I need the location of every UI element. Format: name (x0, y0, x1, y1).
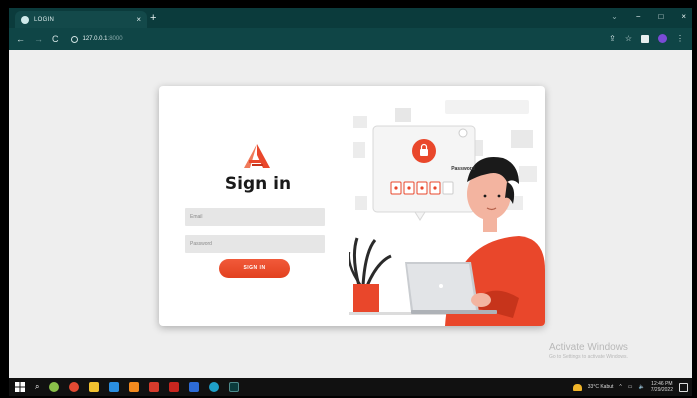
vscode-icon[interactable] (109, 382, 120, 392)
email-field[interactable] (185, 208, 325, 226)
weather-text[interactable]: 33°C Kabut (588, 384, 614, 390)
close-window-button[interactable]: × (681, 12, 686, 21)
clock-date: 7/29/2022 (650, 387, 673, 393)
app-icon-red[interactable] (149, 382, 160, 392)
share-icon[interactable]: ⇪ (609, 34, 616, 43)
profile-avatar[interactable] (658, 34, 667, 43)
clock[interactable]: 12:46 PM 7/29/2022 (651, 381, 673, 393)
toolbar-icons: ⇪ ☆ ⋮ (609, 34, 684, 43)
favicon-icon (21, 15, 29, 24)
edge-icon[interactable] (209, 382, 220, 392)
chrome-icon[interactable] (69, 382, 80, 392)
address-bar: ← → C 127.0.0.1:8000 ⇪ ☆ ⋮ (9, 28, 692, 50)
new-tab-button[interactable]: + (150, 11, 156, 25)
sublime-icon[interactable] (129, 382, 140, 392)
system-tray: 33°C Kabut ^ ▭ 🔈 12:46 PM 7/29/2022 (572, 378, 688, 396)
password-field[interactable] (185, 235, 325, 253)
forward-button[interactable]: → (34, 34, 43, 44)
page-viewport: Sign in SIGN IN (9, 50, 692, 378)
login-form: Sign in SIGN IN (159, 86, 349, 326)
activate-windows-watermark: Activate Windows Go to Settings to activ… (549, 342, 628, 360)
volume-icon[interactable]: 🔈 (639, 384, 645, 390)
login-card: Sign in SIGN IN (159, 86, 545, 326)
bookmark-star-icon[interactable]: ☆ (625, 34, 632, 43)
url-field[interactable]: 127.0.0.1:8000 (70, 35, 123, 43)
file-explorer-icon[interactable] (89, 382, 100, 392)
taskbar-apps: ⌕ (15, 382, 240, 392)
site-info-icon[interactable] (70, 35, 78, 43)
nav-buttons: ← → C (16, 34, 59, 44)
tab-close-icon[interactable]: × (136, 15, 141, 24)
login-illustration: Password (347, 86, 545, 326)
windows-start-icon[interactable] (15, 382, 25, 392)
weather-icon[interactable] (572, 383, 582, 391)
extension-icon[interactable] (641, 34, 649, 43)
app-icon-blue[interactable] (189, 382, 200, 392)
notification-icon[interactable] (679, 382, 688, 392)
battery-icon[interactable]: ▭ (628, 384, 633, 390)
watermark-subtitle: Go to Settings to activate Windows. (549, 354, 628, 360)
illustration-art (347, 100, 545, 326)
acrobat-icon[interactable] (169, 382, 180, 392)
active-app-icon[interactable] (229, 382, 240, 392)
app-icon-1[interactable] (49, 382, 60, 392)
screen: LOGIN × + ⌄ − □ × ← → C 127.0.0.1:8000 ⇪… (9, 8, 692, 396)
browser-tab-bar: LOGIN × + ⌄ − □ × (9, 8, 692, 28)
menu-kebab-icon[interactable]: ⋮ (676, 34, 684, 43)
reload-button[interactable]: C (52, 34, 59, 44)
app-logo-icon (244, 144, 270, 168)
tab-title: LOGIN (34, 16, 55, 23)
browser-tab[interactable]: LOGIN × (15, 11, 147, 28)
url-host: 127.0.0.1 (82, 36, 108, 42)
maximize-button[interactable]: □ (658, 12, 663, 21)
password-popup-label: Password (451, 166, 475, 172)
url-port: :8000 (107, 36, 123, 42)
back-button[interactable]: ← (16, 34, 25, 44)
minimize-button[interactable]: − (636, 12, 641, 21)
page-title: Sign in (224, 174, 292, 194)
search-icon[interactable]: ⌕ (35, 382, 39, 392)
watermark-title: Activate Windows (549, 342, 628, 353)
tab-search-icon[interactable]: ⌄ (611, 12, 618, 21)
window-controls: ⌄ − □ × (611, 12, 686, 21)
windows-taskbar: ⌕ 33°C Kabut ^ ▭ 🔈 12:46 PM 7/29/2022 (9, 378, 692, 396)
tray-chevron-icon[interactable]: ^ (619, 384, 621, 390)
sign-in-button[interactable]: SIGN IN (219, 259, 290, 278)
